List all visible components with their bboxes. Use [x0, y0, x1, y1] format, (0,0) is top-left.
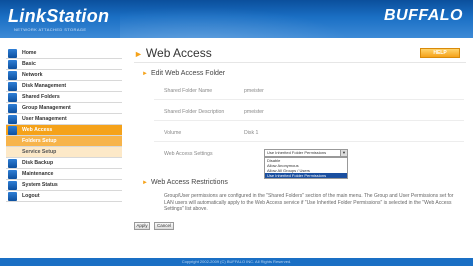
footer: Copyright 2002-2009 (C) BUFFALO INC. All…: [0, 258, 473, 266]
field-label: Shared Folder Description: [164, 109, 225, 115]
field-label: Shared Folder Name: [164, 88, 213, 94]
sidebar-item-label: Maintenance: [22, 171, 54, 177]
sidebar-subitem-folders-setup[interactable]: Folders Setup: [6, 136, 122, 147]
apply-button[interactable]: Apply: [134, 222, 150, 230]
title-divider: [134, 62, 466, 63]
section-title-text: Edit Web Access Folder: [150, 70, 226, 77]
sidebar-item-label: Service Setup: [22, 149, 57, 155]
section-arrow-icon: ►: [142, 180, 148, 186]
sidebar-item-maintenance[interactable]: Maintenance: [6, 169, 122, 180]
sidebar-item-label: Logout: [22, 193, 40, 199]
select-value: Use Inherited Folder Permissions: [267, 150, 327, 155]
sidebar-item-home[interactable]: Home: [6, 48, 122, 59]
sidebar-item-system-status[interactable]: System Status: [6, 180, 122, 191]
buffalo-logo: BUFFALO: [383, 7, 463, 24]
sidebar-item-disk-backup[interactable]: Disk Backup: [6, 158, 122, 169]
field-value: pmeister: [244, 88, 264, 94]
sidebar-item-label: System Status: [22, 182, 58, 188]
web-icon: [8, 126, 17, 135]
row-divider: [154, 120, 464, 121]
field-row-shared-folder-description: Shared Folder Description pmeister: [164, 109, 464, 118]
sidebar-item-label: Disk Backup: [22, 160, 54, 166]
sidebar-item-shared-folders[interactable]: Shared Folders: [6, 92, 122, 103]
dropdown-option-inherited[interactable]: Use Inherited Folder Permissions: [265, 173, 347, 178]
field-label: Volume: [164, 130, 182, 136]
user-icon: [8, 115, 17, 124]
linkstation-logo: LinkStation: [8, 6, 110, 26]
page-title-text: Web Access: [145, 46, 212, 60]
folder-icon: [8, 93, 17, 102]
section-arrow-icon: ►: [142, 71, 148, 77]
status-icon: [8, 181, 17, 190]
row-divider: [154, 141, 464, 142]
sidebar-item-basic[interactable]: Basic: [6, 59, 122, 70]
field-row-shared-folder-name: Shared Folder Name pmeister: [164, 88, 464, 97]
sidebar-item-network[interactable]: Network: [6, 70, 122, 81]
sidebar-item-label: Disk Management: [22, 83, 67, 89]
edit-folder-section-title: ► Edit Web Access Folder: [142, 70, 225, 77]
restrictions-description: Group/User permissions are configured in…: [164, 193, 454, 212]
sidebar-item-label: Folders Setup: [22, 138, 57, 144]
cancel-button[interactable]: Cancel: [154, 222, 174, 230]
help-button[interactable]: HELP: [420, 48, 460, 58]
maintenance-icon: [8, 170, 17, 179]
sidebar-item-label: Shared Folders: [22, 94, 60, 100]
header-swoosh: [120, 0, 380, 38]
logo-subtitle: NETWORK ATTACHED STORAGE: [14, 27, 87, 32]
backup-icon: [8, 159, 17, 168]
title-bullet-icon: ►: [134, 49, 143, 59]
sidebar-subitem-service-setup[interactable]: Service Setup: [6, 147, 122, 158]
home-icon: [8, 49, 17, 58]
field-row-volume: Volume Disk 1: [164, 130, 464, 139]
row-divider: [154, 99, 464, 100]
web-access-settings-select[interactable]: Use Inherited Folder Permissions ▼: [264, 149, 348, 157]
field-value: pmeister: [244, 109, 264, 115]
disk-icon: [8, 82, 17, 91]
sidebar: Home Basic Network Disk Management Share…: [6, 48, 122, 202]
header: LinkStation NETWORK ATTACHED STORAGE BUF…: [0, 0, 473, 38]
sidebar-item-label: Home: [22, 50, 37, 56]
group-icon: [8, 104, 17, 113]
sidebar-item-web-access[interactable]: Web Access: [6, 125, 122, 136]
sidebar-item-user-management[interactable]: User Management: [6, 114, 122, 125]
basic-icon: [8, 60, 17, 69]
sidebar-item-disk-management[interactable]: Disk Management: [6, 81, 122, 92]
sidebar-item-label: Basic: [22, 61, 36, 67]
logout-icon: [8, 192, 17, 201]
sidebar-item-label: Web Access: [22, 127, 53, 133]
web-access-settings-dropdown: Disable Allow Anonymous Allow All Groups…: [264, 157, 348, 179]
restrictions-section-title: ► Web Access Restrictions: [142, 179, 228, 186]
network-icon: [8, 71, 17, 80]
sidebar-item-group-management[interactable]: Group Management: [6, 103, 122, 114]
field-value: Disk 1: [244, 130, 259, 136]
chevron-down-icon[interactable]: ▼: [340, 150, 347, 156]
sidebar-item-label: User Management: [22, 116, 67, 122]
sidebar-item-logout[interactable]: Logout: [6, 191, 122, 202]
section-title-text: Web Access Restrictions: [150, 179, 228, 186]
page-title: ► Web Access: [134, 46, 212, 60]
sidebar-item-label: Group Management: [22, 105, 71, 111]
sidebar-item-label: Network: [22, 72, 43, 78]
field-label: Web Access Settings: [164, 151, 213, 157]
